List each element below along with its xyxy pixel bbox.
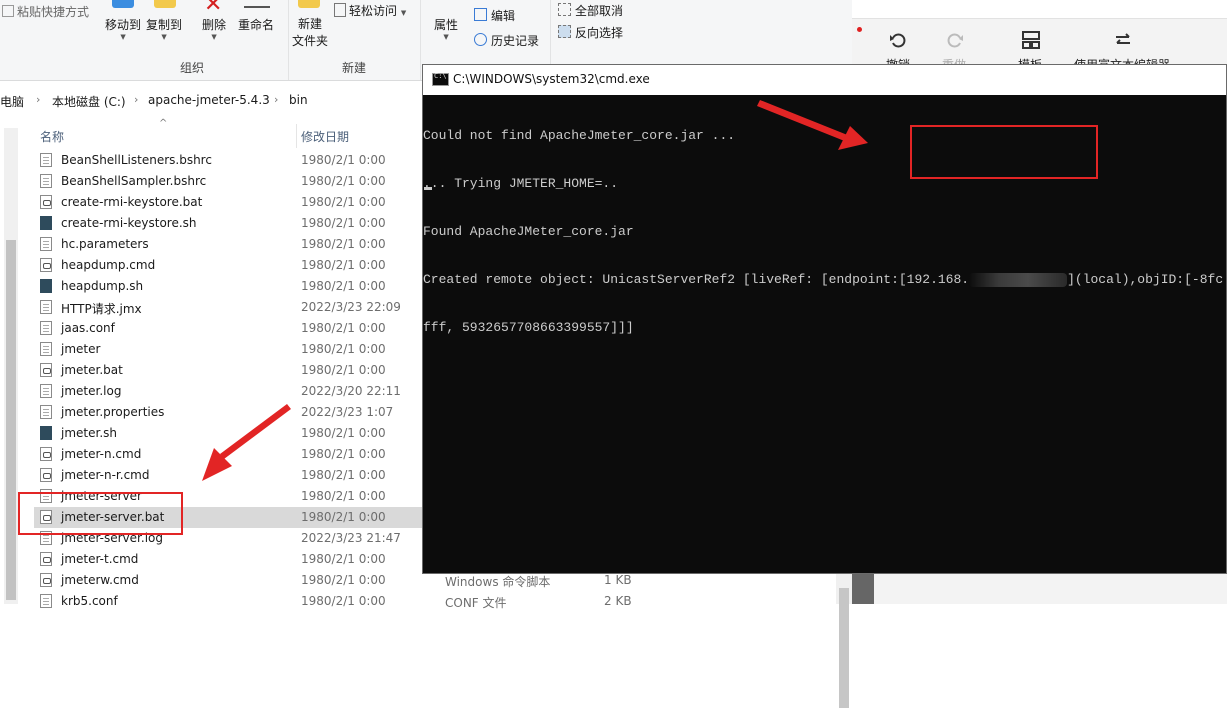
annotation-arrows (202, 100, 868, 481)
arrow-to-endpoint (757, 100, 868, 150)
file-list-scrollbar-thumb[interactable] (839, 588, 849, 708)
arrow-to-file (202, 404, 291, 481)
